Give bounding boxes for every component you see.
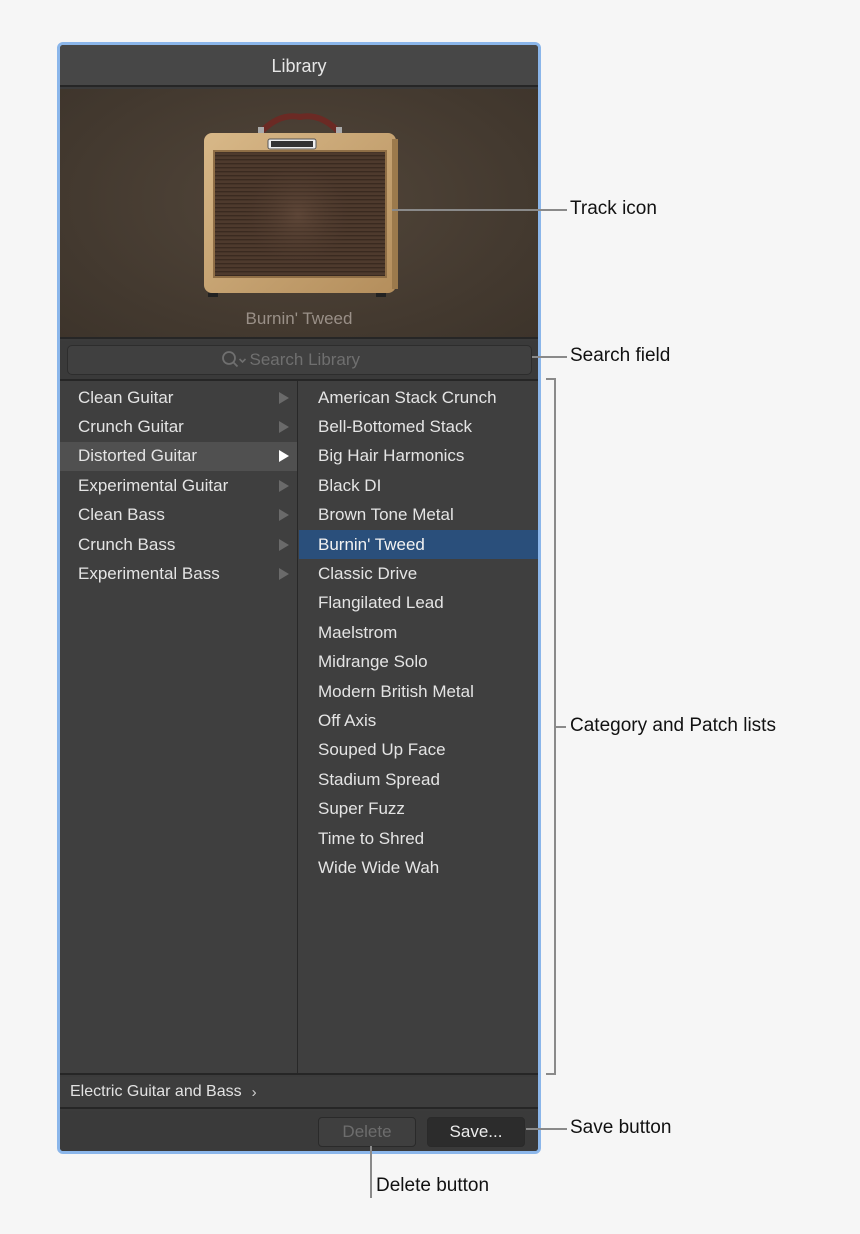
amp-icon: [204, 113, 398, 297]
disclosure-triangle-icon: [279, 568, 289, 581]
category-list: Clean Guitar Crunch Guitar Distorted Guita…: [60, 381, 298, 1073]
search-row: [60, 341, 538, 381]
panel-title: Library: [60, 45, 538, 87]
footer: Delete Save...: [60, 1111, 538, 1151]
patch-item[interactable]: Maelstrom: [299, 618, 538, 647]
patch-item[interactable]: Midrange Solo: [299, 648, 538, 677]
callout-save-button: Save button: [570, 1117, 672, 1138]
patch-item[interactable]: Super Fuzz: [299, 794, 538, 823]
callout-line-search-field: [532, 356, 567, 358]
disclosure-triangle-icon: [279, 538, 289, 551]
patch-item[interactable]: Stadium Spread: [299, 765, 538, 794]
category-item[interactable]: Experimental Guitar: [60, 471, 297, 500]
callout-lists: Category and Patch lists: [570, 715, 776, 736]
disclosure-triangle-icon: [279, 421, 289, 434]
category-label: Clean Bass: [78, 505, 165, 525]
patch-list: American Stack Crunch Bell-Bottomed Stack…: [299, 381, 538, 1073]
patch-item[interactable]: Time to Shred: [299, 824, 538, 853]
callout-line-track-icon: [392, 209, 567, 211]
patch-item[interactable]: Classic Drive: [299, 559, 538, 588]
patch-item[interactable]: Wide Wide Wah: [299, 853, 538, 882]
delete-button[interactable]: Delete: [318, 1117, 416, 1147]
disclosure-triangle-icon: [279, 450, 289, 463]
search-icon[interactable]: [220, 350, 248, 370]
category-item[interactable]: Clean Guitar: [60, 383, 297, 412]
callout-track-icon: Track icon: [570, 198, 657, 219]
disclosure-triangle-icon: [279, 509, 289, 522]
search-input[interactable]: [249, 350, 380, 370]
category-label: Crunch Guitar: [78, 417, 184, 437]
callout-line-save-button: [526, 1128, 567, 1130]
search-field[interactable]: [67, 345, 532, 375]
callout-delete-button: Delete button: [376, 1175, 490, 1196]
category-item[interactable]: Experimental Bass: [60, 559, 297, 588]
disclosure-triangle-icon: [279, 479, 289, 492]
category-item[interactable]: Distorted Guitar: [60, 441, 297, 472]
patch-item[interactable]: Black DI: [299, 471, 538, 500]
patch-item[interactable]: Off Axis: [299, 706, 538, 735]
chevron-right-icon[interactable]: ›: [252, 1084, 257, 1101]
callout-line-lists: [555, 726, 566, 728]
track-patch-name: Burnin' Tweed: [245, 309, 353, 328]
category-label: Experimental Guitar: [78, 475, 229, 495]
patch-item[interactable]: Brown Tone Metal: [299, 501, 538, 530]
track-icon-area: Burnin' Tweed: [60, 89, 538, 339]
path-label[interactable]: Electric Guitar and Bass: [70, 1083, 242, 1101]
library-path-bar[interactable]: Electric Guitar and Bass ›: [60, 1077, 538, 1109]
patch-item[interactable]: Big Hair Harmonics: [299, 442, 538, 471]
patch-item[interactable]: Souped Up Face: [299, 736, 538, 765]
category-item[interactable]: Clean Bass: [60, 501, 297, 530]
patch-item[interactable]: Burnin' Tweed: [299, 529, 538, 560]
disclosure-triangle-icon: [279, 391, 289, 404]
category-label: Clean Guitar: [78, 387, 174, 407]
save-button[interactable]: Save...: [427, 1117, 525, 1147]
patch-item[interactable]: Modern British Metal: [299, 677, 538, 706]
patch-item[interactable]: Flangilated Lead: [299, 589, 538, 618]
category-label: Crunch Bass: [78, 534, 176, 554]
category-item[interactable]: Crunch Guitar: [60, 412, 297, 441]
category-and-patch-lists: Clean Guitar Crunch Guitar Distorted Guita…: [60, 381, 538, 1075]
patch-item[interactable]: American Stack Crunch: [299, 383, 538, 412]
callout-search-field: Search field: [570, 345, 671, 366]
category-label: Distorted Guitar: [78, 446, 198, 466]
callout-bracket-bottom: [546, 1073, 555, 1075]
category-item[interactable]: Crunch Bass: [60, 530, 297, 559]
category-label: Experimental Bass: [78, 564, 220, 584]
patch-item[interactable]: Bell-Bottomed Stack: [299, 412, 538, 441]
callout-line-delete-button: [370, 1146, 372, 1198]
